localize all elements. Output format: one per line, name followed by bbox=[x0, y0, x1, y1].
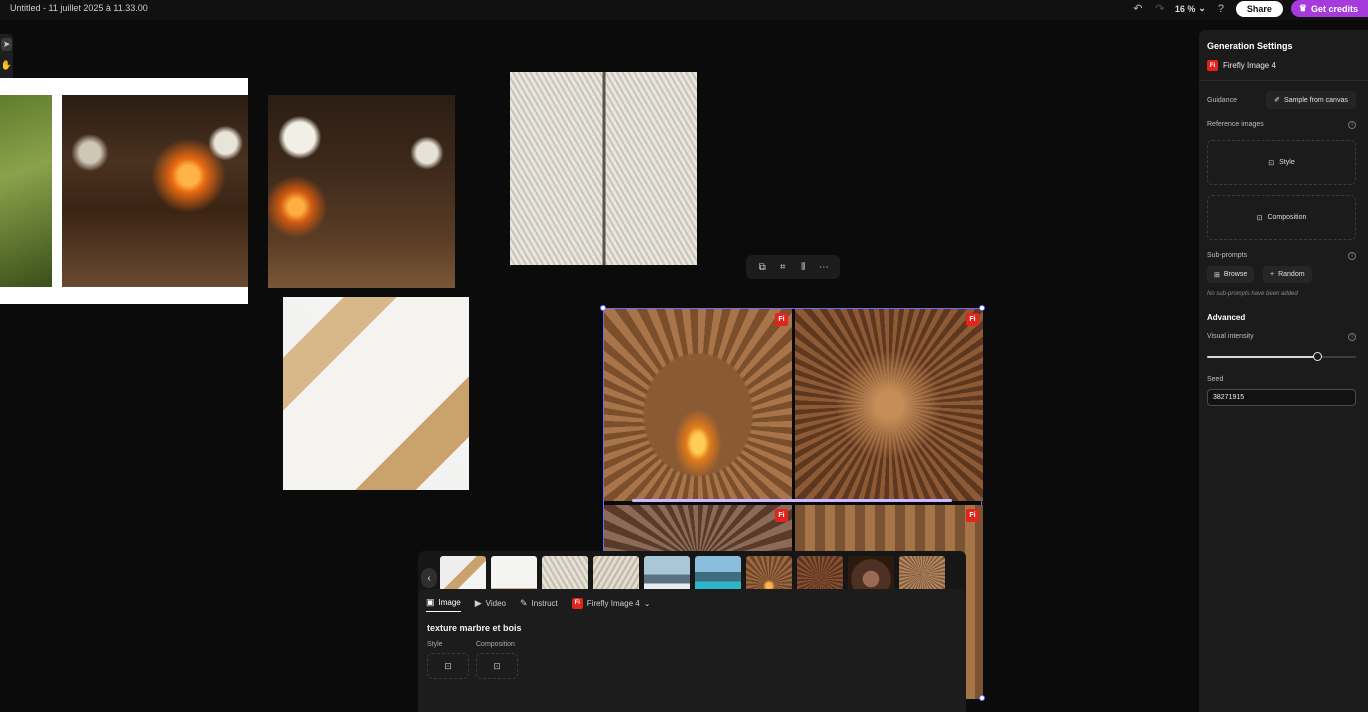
sub-prompts-label: Sub-prompts bbox=[1207, 252, 1248, 259]
seed-input[interactable] bbox=[1207, 389, 1356, 406]
more-icon[interactable]: ⋯ bbox=[817, 262, 831, 273]
selection-bar bbox=[632, 499, 952, 502]
zoom-value: 16 % bbox=[1174, 3, 1196, 14]
sample-from-canvas-button[interactable]: ✐ Sample from canvas bbox=[1266, 91, 1356, 109]
white-frame-board[interactable] bbox=[0, 78, 248, 304]
get-credits-button[interactable]: ♛ Get credits bbox=[1290, 0, 1368, 17]
generation-settings-panel: Generation Settings Fi Firefly Image 4 Gu… bbox=[1199, 30, 1368, 712]
align-icon[interactable]: ⫴ bbox=[796, 262, 810, 273]
reference-images-label: Reference images bbox=[1207, 121, 1264, 128]
browse-label: Browse bbox=[1223, 271, 1248, 278]
advanced-label: Advanced bbox=[1207, 313, 1246, 322]
model-selector[interactable]: Fi Firefly Image 4 ⌄ bbox=[571, 597, 651, 612]
chevron-down-icon: ⌄ bbox=[1198, 3, 1206, 13]
info-icon[interactable]: i bbox=[1348, 333, 1356, 341]
prompt-text[interactable]: texture marbre et bois bbox=[427, 623, 522, 633]
random-label: Random bbox=[1278, 271, 1305, 278]
image-icon: ⊡ bbox=[1268, 159, 1275, 167]
composition-ref-button[interactable]: ⊡ bbox=[476, 653, 518, 679]
panel-title: Generation Settings bbox=[1207, 41, 1293, 51]
tab-instruct[interactable]: ✎ Instruct bbox=[520, 598, 558, 612]
firefly-badge: Fi bbox=[775, 313, 788, 326]
share-button[interactable]: Share bbox=[1235, 0, 1283, 17]
resize-handle-top-right[interactable] bbox=[979, 305, 985, 311]
top-right-controls: ↶ ↷ 16 % ⌄ ? Share ♛ Get credits bbox=[1131, 0, 1368, 17]
marble-wood-texture-image[interactable] bbox=[283, 297, 469, 490]
slider-thumb[interactable] bbox=[1313, 352, 1323, 361]
help-icon[interactable]: ? bbox=[1214, 2, 1228, 16]
style-ref-button[interactable]: ⊡ bbox=[427, 653, 469, 679]
chevron-left-icon[interactable]: ‹ bbox=[421, 568, 437, 588]
style-reference-drop[interactable]: ⊡ Style bbox=[1207, 140, 1356, 185]
chevron-down-icon: ⌄ bbox=[643, 598, 651, 608]
document-title[interactable]: Untitled - 11 juillet 2025 à 11.33.00 bbox=[10, 3, 148, 13]
grid-icon: ⊞ bbox=[1214, 271, 1220, 279]
image-add-icon: ⊡ bbox=[444, 660, 452, 671]
image-add-icon: ⊡ bbox=[493, 660, 501, 671]
crop-icon[interactable]: ⧉ bbox=[755, 262, 769, 273]
prompt-panel: ▣ Image ▶ Video ✎ Instruct Fi Firefly Image … bbox=[418, 589, 966, 712]
forge-workshop-image[interactable] bbox=[268, 95, 455, 288]
tab-video[interactable]: ▶ Video bbox=[475, 598, 506, 612]
divider bbox=[1199, 80, 1368, 81]
random-button[interactable]: + Random bbox=[1263, 266, 1312, 283]
composition-ref-label: Composition bbox=[476, 641, 515, 648]
firefly-badge: Fi bbox=[966, 509, 979, 522]
firefly-badge: Fi bbox=[966, 313, 979, 326]
resize-handle-top-left[interactable] bbox=[600, 305, 606, 311]
visual-intensity-slider[interactable] bbox=[1207, 352, 1356, 361]
redo-icon[interactable]: ↷ bbox=[1153, 2, 1167, 16]
tab-video-label: Video bbox=[485, 598, 506, 608]
hand-icon[interactable]: ✋ bbox=[1, 59, 12, 72]
resize-handle-bottom-right[interactable] bbox=[979, 695, 985, 701]
style-reference-label: Style bbox=[1279, 159, 1295, 166]
slider-fill bbox=[1207, 356, 1318, 358]
floating-toolbar: ⧉ ⌗ ⫴ ⋯ bbox=[746, 255, 840, 279]
tab-image[interactable]: ▣ Image bbox=[426, 597, 461, 612]
instruct-icon: ✎ bbox=[520, 597, 528, 608]
firefly-badge: Fi bbox=[775, 509, 788, 522]
tab-instruct-label: Instruct bbox=[531, 598, 558, 608]
info-icon[interactable]: i bbox=[1348, 252, 1356, 260]
eyedropper-icon: ✐ bbox=[1274, 97, 1281, 104]
sample-from-canvas-label: Sample from canvas bbox=[1284, 96, 1348, 104]
info-icon[interactable]: i bbox=[1348, 121, 1356, 129]
video-icon: ▶ bbox=[474, 597, 482, 608]
generated-image-1[interactable]: Fi bbox=[604, 309, 792, 501]
mode-tabs: ▣ Image ▶ Video ✎ Instruct Fi Firefly Image … bbox=[426, 597, 650, 612]
firefly-logo-icon: Fi bbox=[571, 597, 583, 609]
model-selector-label: Firefly Image 4 bbox=[586, 598, 640, 608]
green-nature-image[interactable] bbox=[0, 95, 52, 287]
visual-intensity-label: Visual intensity bbox=[1207, 333, 1254, 340]
composition-reference-drop[interactable]: ⊡ Composition bbox=[1207, 195, 1356, 240]
crown-icon: ♛ bbox=[1298, 3, 1307, 13]
select-icon[interactable]: ➤ bbox=[1, 38, 12, 51]
panel-model-label: Firefly Image 4 bbox=[1223, 61, 1276, 70]
plus-icon: + bbox=[1270, 271, 1275, 278]
wood-leaf-texture-image[interactable] bbox=[510, 72, 697, 265]
firefly-logo-icon: Fi bbox=[1207, 60, 1218, 71]
guidance-label: Guidance bbox=[1207, 97, 1237, 104]
get-credits-label: Get credits bbox=[1310, 3, 1358, 14]
seed-label: Seed bbox=[1207, 376, 1224, 383]
panel-model[interactable]: Fi Firefly Image 4 bbox=[1207, 60, 1276, 71]
undo-icon[interactable]: ↶ bbox=[1131, 2, 1145, 16]
qr-icon[interactable]: ⌗ bbox=[776, 262, 790, 273]
tab-image-label: Image bbox=[438, 598, 461, 607]
forge-interior-image[interactable] bbox=[62, 95, 248, 287]
sub-prompts-note: No sub-prompts have been added bbox=[1207, 291, 1298, 297]
image-icon: ⊡ bbox=[1256, 214, 1263, 222]
image-icon: ▣ bbox=[426, 597, 435, 607]
composition-reference-label: Composition bbox=[1267, 214, 1307, 221]
browse-button[interactable]: ⊞ Browse bbox=[1207, 266, 1255, 283]
style-ref-label: Style bbox=[427, 641, 443, 648]
generated-image-2[interactable]: Fi bbox=[795, 309, 983, 501]
top-bar: Untitled - 11 juillet 2025 à 11.33.00 ↶ … bbox=[0, 0, 1368, 20]
zoom-control[interactable]: 16 % ⌄ bbox=[1175, 3, 1206, 14]
